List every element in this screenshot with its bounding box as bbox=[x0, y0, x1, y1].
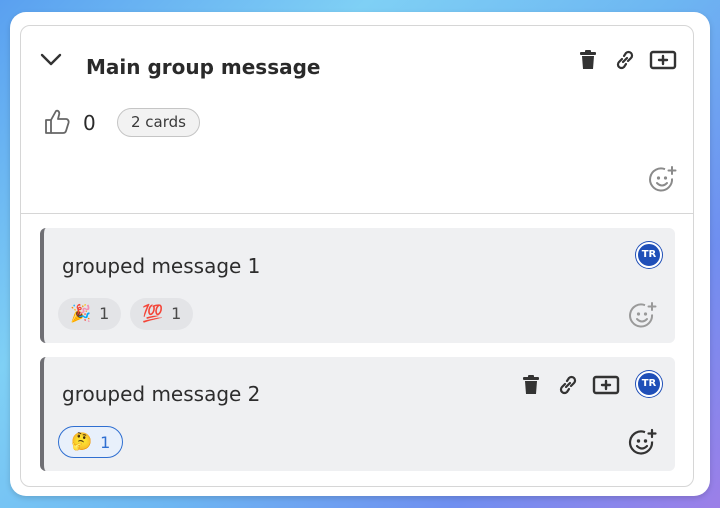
link-icon[interactable] bbox=[556, 373, 580, 397]
avatar: TR bbox=[636, 242, 662, 268]
main-message-header: Main group message 0 2 cards bbox=[21, 26, 693, 214]
link-icon[interactable] bbox=[613, 48, 637, 72]
party-popper-icon: 🎉 bbox=[70, 304, 92, 324]
add-card-icon[interactable] bbox=[592, 374, 620, 396]
add-emoji-icon[interactable] bbox=[628, 301, 658, 331]
reaction-count: 1 bbox=[171, 304, 182, 323]
chevron-down-icon[interactable] bbox=[39, 50, 63, 70]
main-group-card: Main group message 0 2 cards grouped mes… bbox=[20, 25, 694, 487]
reaction-chip-active[interactable]: 🤔 1 bbox=[58, 426, 124, 458]
hundred-points-icon: 💯 bbox=[142, 304, 164, 324]
like-count: 0 bbox=[83, 111, 96, 135]
thinking-face-icon: 🤔 bbox=[71, 431, 93, 452]
reaction-chip[interactable]: 💯 1 bbox=[130, 298, 194, 330]
trash-icon[interactable] bbox=[520, 374, 542, 396]
message-text: grouped message 2 bbox=[62, 382, 261, 406]
cards-count-badge[interactable]: 2 cards bbox=[117, 108, 200, 137]
reaction-chip[interactable]: 🎉 1 bbox=[58, 298, 122, 330]
main-message-title: Main group message bbox=[86, 55, 321, 79]
grouped-message-card[interactable]: grouped message 2 TR 🤔 1 bbox=[40, 357, 675, 471]
add-card-icon[interactable] bbox=[649, 49, 677, 71]
reaction-count: 1 bbox=[99, 304, 110, 323]
trash-icon[interactable] bbox=[577, 49, 599, 71]
add-emoji-icon[interactable] bbox=[628, 428, 658, 458]
grouped-message-card[interactable]: grouped message 1 TR 🎉 1 💯 1 bbox=[40, 228, 675, 343]
message-text: grouped message 1 bbox=[62, 254, 261, 278]
reaction-count: 1 bbox=[100, 432, 111, 452]
avatar: TR bbox=[636, 371, 662, 397]
thumbs-up-icon[interactable] bbox=[43, 108, 71, 136]
add-emoji-icon[interactable] bbox=[648, 165, 678, 195]
